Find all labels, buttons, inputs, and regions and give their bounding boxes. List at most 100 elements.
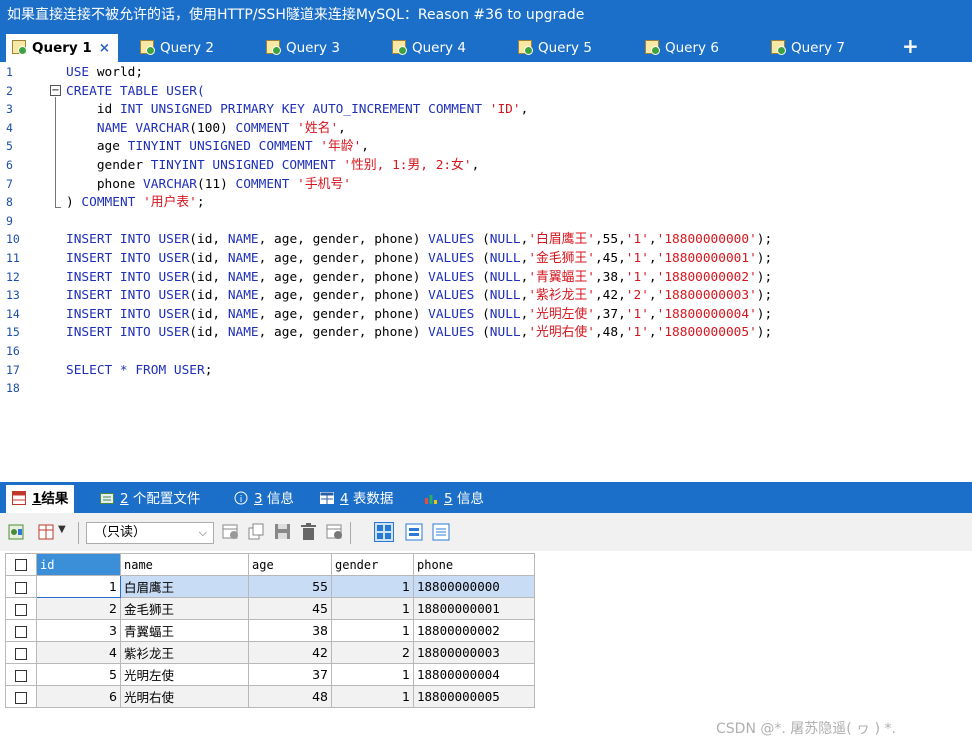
delete-icon[interactable] xyxy=(300,523,318,541)
grid-view-icon[interactable] xyxy=(38,523,56,541)
add-tab-button[interactable]: + xyxy=(902,32,919,60)
add-row-icon[interactable] xyxy=(222,523,240,541)
code-line[interactable]: 9 xyxy=(0,212,972,231)
row-checkbox[interactable] xyxy=(5,597,37,620)
cell-gender[interactable]: 1 xyxy=(331,663,414,686)
code-line[interactable]: 3 id INT UNSIGNED PRIMARY KEY AUTO_INCRE… xyxy=(0,100,972,119)
read-only-mode-select[interactable]: （只读） ⌵ xyxy=(86,522,214,544)
select-all-checkbox[interactable] xyxy=(5,553,37,576)
column-header-id[interactable]: id xyxy=(36,553,121,576)
code-line[interactable]: 10 INSERT INTO USER(id, NAME, age, gender… xyxy=(0,230,972,249)
code-line[interactable]: 4 NAME VARCHAR(100) COMMENT '姓名', xyxy=(0,119,972,138)
cell-age[interactable]: 48 xyxy=(248,685,332,708)
code-line[interactable]: 18 xyxy=(0,379,972,398)
cell-phone[interactable]: 18800000002 xyxy=(413,619,535,642)
duplicate-row-icon[interactable] xyxy=(248,523,266,541)
close-icon[interactable]: × xyxy=(99,40,110,56)
cell-name[interactable]: 金毛狮王 xyxy=(120,597,249,620)
code-line[interactable]: 2 CREATE TABLE USER( xyxy=(0,82,972,101)
cell-id[interactable]: 1 xyxy=(36,575,121,598)
cell-name[interactable]: 紫衫龙王 xyxy=(120,641,249,664)
row-checkbox[interactable] xyxy=(5,619,37,642)
sql-keyword: INSERT INTO USER xyxy=(66,306,190,322)
line-number: 12 xyxy=(6,269,20,284)
cell-name[interactable]: 光明左使 xyxy=(120,663,249,686)
tab-query-4[interactable]: Query 4 xyxy=(392,34,466,62)
code-line[interactable]: 11 INSERT INTO USER(id, NAME, age, gender… xyxy=(0,249,972,268)
cell-age[interactable]: 37 xyxy=(248,663,332,686)
cell-id[interactable]: 2 xyxy=(36,597,121,620)
sql-keyword: NAME xyxy=(227,288,259,304)
save-icon[interactable] xyxy=(274,523,292,541)
tab-query-2[interactable]: Query 2 xyxy=(140,34,214,62)
cell-id[interactable]: 3 xyxy=(36,619,121,642)
grid-layout-icon[interactable] xyxy=(374,522,394,542)
code-line[interactable]: 14 INSERT INTO USER(id, NAME, age, gender… xyxy=(0,305,972,324)
cell-gender[interactable]: 1 xyxy=(331,597,414,620)
table-row[interactable]: 3 青翼蝠王 38 1 18800000002 xyxy=(5,619,535,642)
code-line[interactable]: 5 age TINYINT UNSIGNED COMMENT '年龄', xyxy=(0,137,972,156)
cell-age[interactable]: 38 xyxy=(248,619,332,642)
code-line[interactable]: 7 phone VARCHAR(11) COMMENT '手机号' xyxy=(0,175,972,194)
chevron-down-icon[interactable]: ▼ xyxy=(58,524,66,535)
column-header-age[interactable]: age xyxy=(248,553,332,576)
code-line[interactable]: 6 gender TINYINT UNSIGNED COMMENT '性别, 1… xyxy=(0,156,972,175)
tab-query-7[interactable]: Query 7 xyxy=(771,34,845,62)
cell-phone[interactable]: 18800000004 xyxy=(413,663,535,686)
cell-name[interactable]: 青翼蝠王 xyxy=(120,619,249,642)
code-line[interactable]: 15 INSERT INTO USER(id, NAME, age, gender… xyxy=(0,323,972,342)
table-row[interactable]: 6 光明右使 48 1 18800000005 xyxy=(5,685,535,708)
sql-string: '性别, 1:男, 2:女' xyxy=(343,158,472,173)
tab-table-data[interactable]: 4 表数据 xyxy=(320,485,393,513)
table-row[interactable]: 5 光明左使 37 1 18800000004 xyxy=(5,663,535,686)
cell-gender[interactable]: 2 xyxy=(331,641,414,664)
cell-phone[interactable]: 18800000003 xyxy=(413,641,535,664)
column-header-name[interactable]: name xyxy=(120,553,249,576)
cell-id[interactable]: 4 xyxy=(36,641,121,664)
code-line[interactable]: 12 INSERT INTO USER(id, NAME, age, gender… xyxy=(0,268,972,287)
code-line[interactable]: 8) COMMENT '用户表'; xyxy=(0,193,972,212)
cell-phone[interactable]: 18800000000 xyxy=(413,575,535,598)
text-view-icon[interactable] xyxy=(432,523,450,541)
code-line[interactable]: 16 xyxy=(0,342,972,361)
tab-info-2[interactable]: 5 信息 xyxy=(424,485,484,513)
table-row[interactable]: 4 紫衫龙王 42 2 18800000003 xyxy=(5,641,535,664)
cell-age[interactable]: 55 xyxy=(248,575,332,598)
column-header-gender[interactable]: gender xyxy=(331,553,414,576)
cell-id[interactable]: 5 xyxy=(36,663,121,686)
cell-gender[interactable]: 1 xyxy=(331,619,414,642)
cell-phone[interactable]: 18800000001 xyxy=(413,597,535,620)
table-row[interactable]: 2 金毛狮王 45 1 18800000001 xyxy=(5,597,535,620)
form-view-icon[interactable] xyxy=(405,523,423,541)
row-checkbox[interactable] xyxy=(5,685,37,708)
tab-result[interactable]: 1结果 xyxy=(6,485,75,513)
tab-query-1[interactable]: Query 1 × xyxy=(6,34,119,62)
tab-query-3[interactable]: Query 3 xyxy=(266,34,340,62)
cell-gender[interactable]: 1 xyxy=(331,575,414,598)
cell-name[interactable]: 白眉鹰王 xyxy=(120,575,249,598)
refresh-table-icon[interactable] xyxy=(326,523,344,541)
code-line[interactable]: 13 INSERT INTO USER(id, NAME, age, gender… xyxy=(0,286,972,305)
cell-id[interactable]: 6 xyxy=(36,685,121,708)
code-line[interactable]: 17 SELECT * FROM USER; xyxy=(0,361,972,380)
tab-query-6[interactable]: Query 6 xyxy=(645,34,719,62)
tab-info[interactable]: i3 信息 xyxy=(234,485,294,513)
row-checkbox[interactable] xyxy=(5,575,37,598)
tab-query-5[interactable]: Query 5 xyxy=(518,34,592,62)
cell-name[interactable]: 光明右使 xyxy=(120,685,249,708)
cell-age[interactable]: 42 xyxy=(248,641,332,664)
upgrade-banner[interactable]: 如果直接连接不被允许的话，使用HTTP/SSH隧道来连接MySQL：Reason… xyxy=(0,0,972,30)
cell-gender[interactable]: 1 xyxy=(331,685,414,708)
cell-age[interactable]: 45 xyxy=(248,597,332,620)
row-checkbox[interactable] xyxy=(5,663,37,686)
code-line[interactable]: 1 USE world; xyxy=(0,63,972,82)
sql-editor[interactable]: − 1 USE world; 2 CREATE TABLE USER(3 id INT… xyxy=(0,62,972,482)
info-icon: i xyxy=(234,491,248,505)
export-icon[interactable] xyxy=(8,523,26,541)
tab-profile[interactable]: 2 个配置文件 xyxy=(100,485,200,513)
column-header-phone[interactable]: phone xyxy=(413,553,535,576)
row-checkbox[interactable] xyxy=(5,641,37,664)
table-row[interactable]: 1 白眉鹰王 55 1 18800000000 xyxy=(5,575,535,598)
sql-text: , age, gender, phone) xyxy=(258,269,429,285)
cell-phone[interactable]: 18800000005 xyxy=(413,685,535,708)
